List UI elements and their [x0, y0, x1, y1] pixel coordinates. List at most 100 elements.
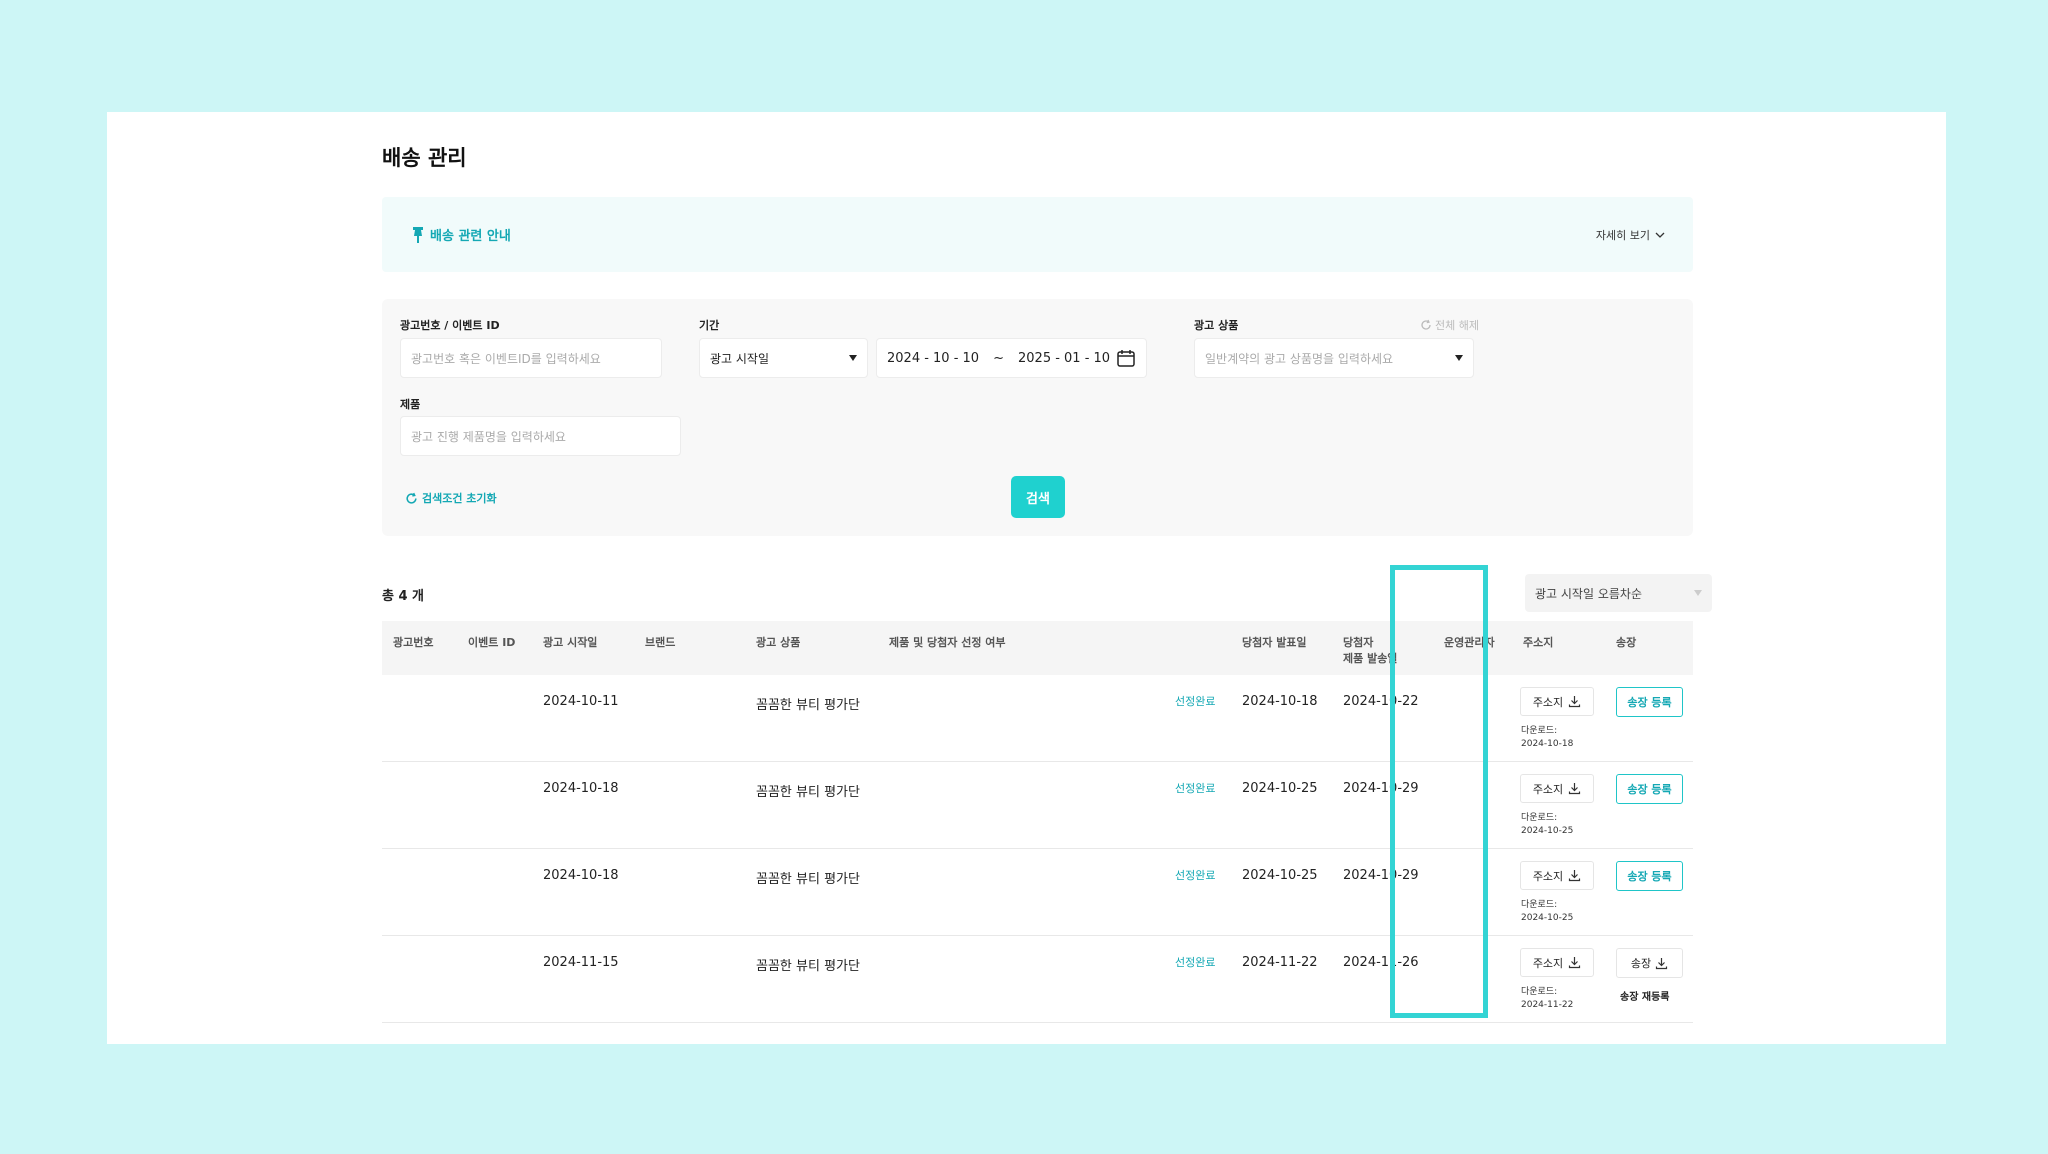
item-label: 제품	[400, 398, 421, 411]
notice-title: 배송 관련 안내	[430, 229, 511, 244]
sort-select[interactable]: 광고 시작일 오름차순	[1525, 574, 1712, 612]
download-date: 2024-11-22	[1521, 1000, 1574, 1010]
table-row: 2024-10-18 꼼꼼한 뷰티 평가단 선정완료 2024-10-25 20…	[382, 849, 1693, 936]
col-invoice: 송장	[1616, 636, 1637, 649]
ad-product: 꼼꼼한 뷰티 평가단	[756, 698, 860, 713]
download-info: 다운로드: 2024-10-25	[1521, 899, 1573, 925]
start-date: 2024-10-11	[543, 694, 619, 709]
reset-filter-button[interactable]: 검색조건 초기화	[405, 490, 497, 506]
col-ad-product: 광고 상품	[756, 636, 801, 649]
shipping-notice-banner: 배송 관련 안내 자세히 보기	[382, 197, 1693, 272]
download-date: 2024-10-18	[1521, 739, 1574, 749]
table-row: 2024-11-15 꼼꼼한 뷰티 평가단 선정완료 2024-11-22 20…	[382, 936, 1693, 1023]
address-download-button[interactable]: 주소지	[1520, 861, 1594, 890]
download-icon	[1569, 957, 1581, 969]
download-date: 2024-10-25	[1521, 913, 1574, 923]
address-download-label: 주소지	[1532, 869, 1564, 883]
address-download-button[interactable]: 주소지	[1520, 774, 1594, 803]
register-invoice-button[interactable]: 송장 등록	[1616, 687, 1683, 717]
main-content: 배송 관리 배송 관련 안내 자세히 보기 광고번호 / 이벤트 ID 광고번호…	[374, 112, 1712, 1044]
refresh-icon	[406, 492, 417, 504]
col-announce-date: 당첨자 발표일	[1242, 636, 1307, 649]
download-label: 다운로드:	[1521, 987, 1558, 997]
ad-product: 꼼꼼한 뷰티 평가단	[756, 785, 860, 800]
item-placeholder: 광고 진행 제품명을 입력하세요	[411, 429, 566, 444]
date-from: 2024 - 10 - 10	[887, 350, 980, 366]
register-invoice-button[interactable]: 송장 등록	[1616, 861, 1683, 891]
address-download-label: 주소지	[1532, 695, 1564, 709]
period-type-select[interactable]: 광고 시작일	[699, 338, 868, 378]
chevron-down-icon	[1655, 232, 1665, 238]
download-icon	[1656, 957, 1668, 969]
caret-down-icon	[849, 355, 857, 361]
clear-all-label: 전체 해제	[1435, 319, 1479, 332]
date-separator: ~	[993, 350, 1004, 366]
col-selection: 제품 및 당첨자 선정 여부	[889, 636, 1006, 649]
download-label: 다운로드:	[1521, 900, 1558, 910]
address-download-button[interactable]: 주소지	[1520, 687, 1594, 716]
download-icon	[1569, 696, 1581, 708]
col-event-id: 이벤트 ID	[468, 636, 516, 649]
refresh-icon	[1421, 319, 1431, 330]
date-to: 2025 - 01 - 10	[1018, 350, 1111, 366]
caret-down-icon	[1694, 590, 1702, 596]
ad-product-label: 광고 상품	[1194, 319, 1239, 332]
invoice-download-button[interactable]: 송장	[1616, 948, 1683, 978]
col-manager: 운영관리자	[1444, 636, 1495, 649]
ad-product: 꼼꼼한 뷰티 평가단	[756, 872, 860, 887]
view-detail-toggle[interactable]: 자세히 보기	[1596, 227, 1665, 243]
clear-all-button[interactable]: 전체 해제	[1420, 317, 1479, 333]
view-detail-label: 자세히 보기	[1595, 229, 1650, 242]
col-ship-date-line1: 당첨자	[1343, 636, 1374, 649]
reregister-invoice-link[interactable]: 송장 재등록	[1620, 988, 1669, 1003]
page-title: 배송 관리	[382, 146, 467, 170]
table-row: 2024-10-11 꼼꼼한 뷰티 평가단 선정완료 2024-10-18 20…	[382, 675, 1693, 762]
caret-down-icon	[1455, 355, 1463, 361]
start-date: 2024-10-18	[543, 781, 619, 796]
selection-status: 선정완료	[1175, 869, 1216, 882]
announce-date: 2024-11-22	[1242, 955, 1318, 970]
col-ship-date-line2: 제품 발송일	[1343, 652, 1398, 665]
announce-date: 2024-10-25	[1242, 868, 1318, 883]
col-start-date: 광고 시작일	[543, 636, 598, 649]
period-type-value: 광고 시작일	[710, 351, 770, 366]
selection-status: 선정완료	[1175, 782, 1216, 795]
announce-date: 2024-10-25	[1242, 781, 1318, 796]
col-address: 주소지	[1523, 636, 1554, 649]
start-date: 2024-11-15	[543, 955, 619, 970]
start-date: 2024-10-18	[543, 868, 619, 883]
search-button[interactable]: 검색	[1011, 476, 1065, 518]
date-range-picker[interactable]: 2024 - 10 - 10 ~ 2025 - 01 - 10	[876, 338, 1147, 378]
download-date: 2024-10-25	[1521, 826, 1574, 836]
selection-status: 선정완료	[1175, 956, 1216, 969]
table-header: 광고번호 이벤트 ID 광고 시작일 브랜드 광고 상품 제품 및 당첨자 선정…	[382, 621, 1693, 675]
address-download-label: 주소지	[1532, 956, 1564, 970]
register-invoice-button[interactable]: 송장 등록	[1616, 774, 1683, 804]
shipping-table: 광고번호 이벤트 ID 광고 시작일 브랜드 광고 상품 제품 및 당첨자 선정…	[382, 621, 1693, 1023]
download-label: 다운로드:	[1521, 726, 1558, 736]
ad-product-placeholder: 일반계약의 광고 상품명을 입력하세요	[1205, 351, 1394, 366]
col-ad-no: 광고번호	[393, 636, 434, 649]
calendar-icon	[1117, 350, 1135, 367]
address-download-label: 주소지	[1532, 782, 1564, 796]
ad-product: 꼼꼼한 뷰티 평가단	[756, 959, 860, 974]
selection-status: 선정완료	[1175, 695, 1216, 708]
download-info: 다운로드: 2024-11-22	[1521, 986, 1573, 1012]
period-label: 기간	[699, 319, 720, 332]
ad-id-input[interactable]: 광고번호 혹은 이벤트ID를 입력하세요	[400, 338, 662, 378]
address-download-button[interactable]: 주소지	[1520, 948, 1594, 977]
ad-id-label: 광고번호 / 이벤트 ID	[400, 319, 500, 332]
ad-product-select[interactable]: 일반계약의 광고 상품명을 입력하세요	[1194, 338, 1474, 378]
ship-date: 2024-10-29	[1343, 781, 1419, 796]
ship-date: 2024-10-29	[1343, 868, 1419, 883]
reset-filter-label: 검색조건 초기화	[422, 492, 497, 505]
ship-date: 2024-11-26	[1343, 955, 1419, 970]
announce-date: 2024-10-18	[1242, 694, 1318, 709]
ship-date: 2024-10-22	[1343, 694, 1419, 709]
col-brand: 브랜드	[645, 636, 676, 649]
sort-value: 광고 시작일 오름차순	[1535, 586, 1642, 601]
pin-icon	[413, 227, 423, 243]
ad-id-placeholder: 광고번호 혹은 이벤트ID를 입력하세요	[411, 351, 601, 366]
item-input[interactable]: 광고 진행 제품명을 입력하세요	[400, 416, 681, 456]
download-label: 다운로드:	[1521, 813, 1558, 823]
